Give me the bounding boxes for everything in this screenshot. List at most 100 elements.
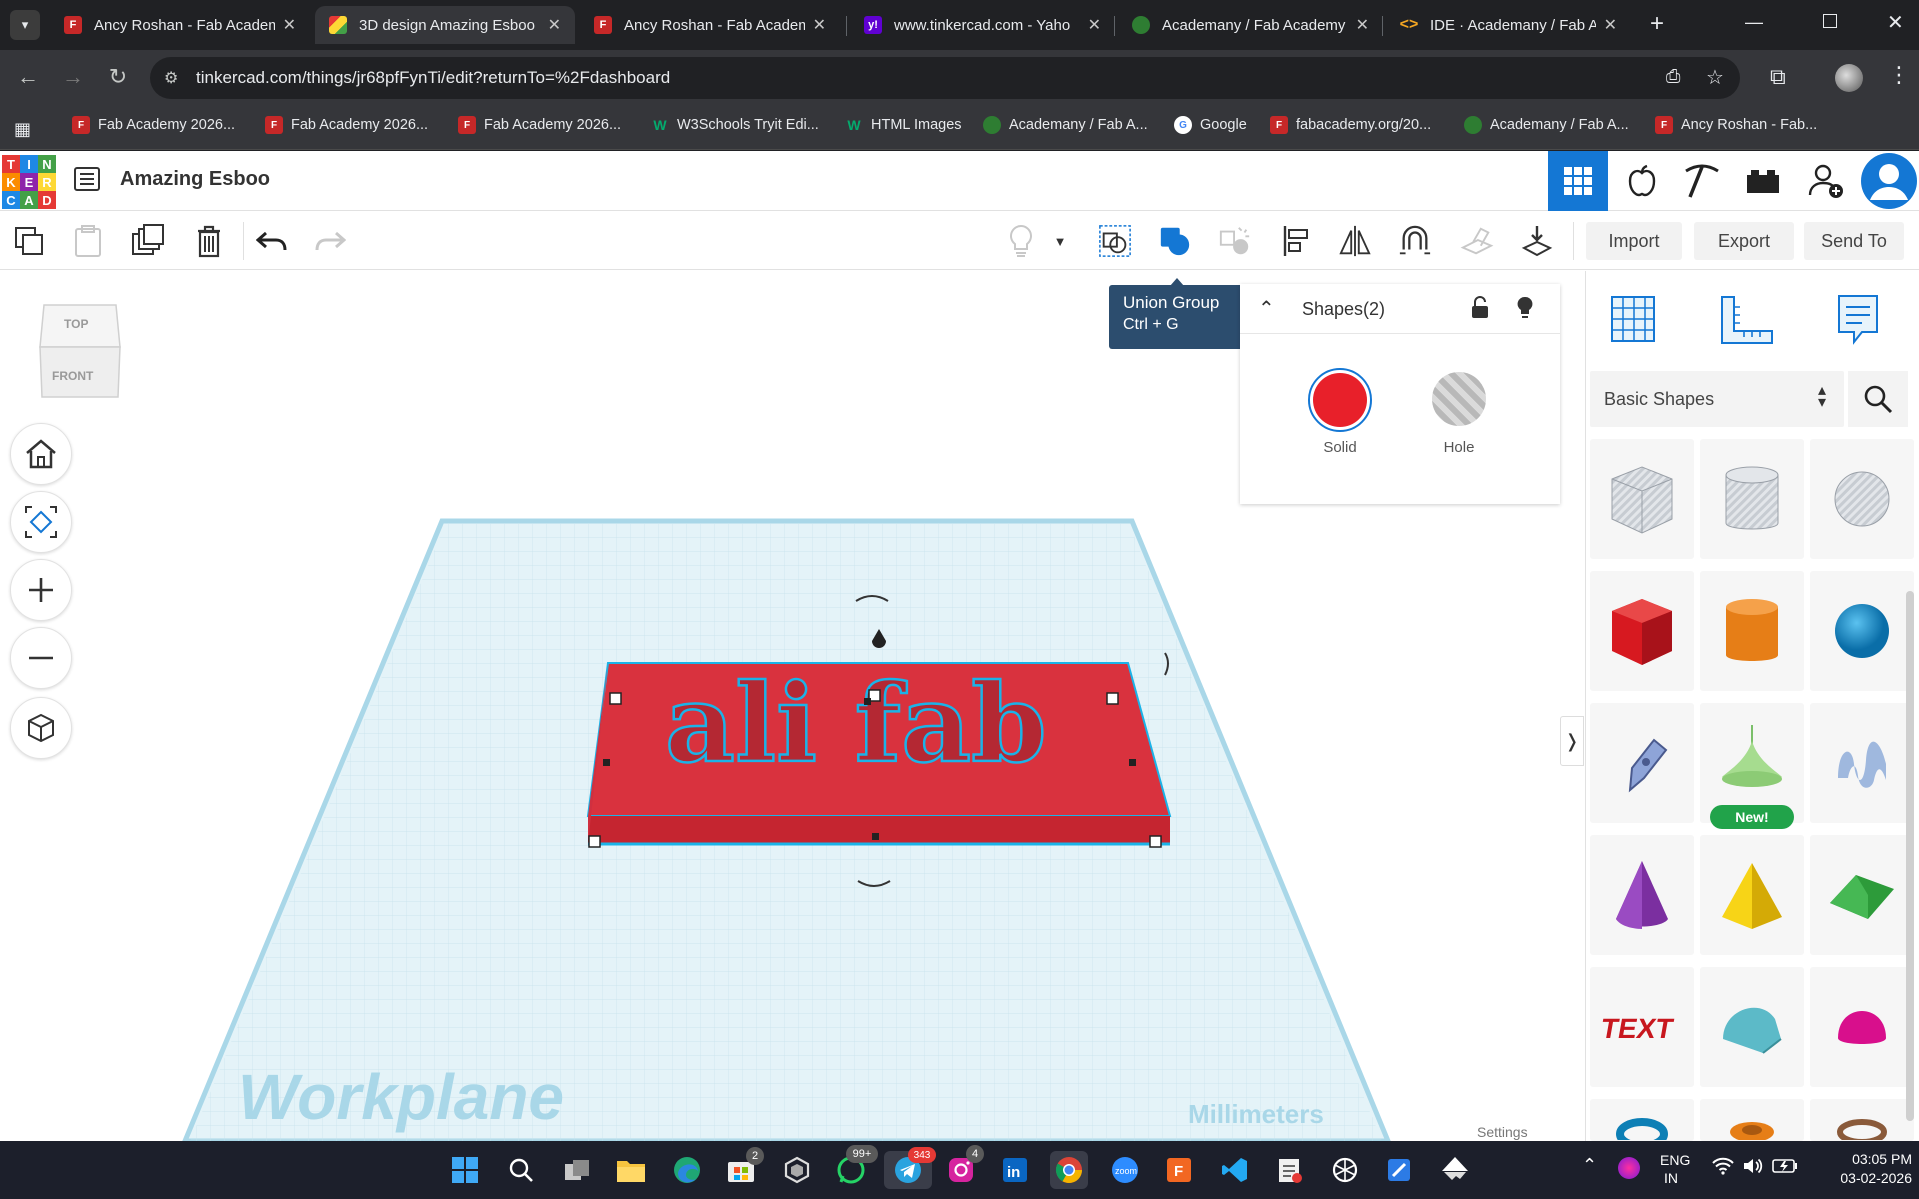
perspective-button[interactable] [10,697,72,759]
collapse-panel-button[interactable]: ❭ [1560,716,1584,766]
bookmark-item[interactable]: W HTML Images [845,116,961,134]
settings-link[interactable]: Settings [1477,1124,1528,1140]
fit-view-button[interactable] [10,491,72,553]
bookmark-item[interactable]: Academany / Fab A... [983,116,1148,134]
browser-tab[interactable]: F Ancy Roshan - Fab Academ ✕ [50,6,310,44]
paint-button[interactable] [1380,1151,1418,1189]
lock-icon[interactable] [1470,296,1490,325]
delete-button[interactable] [192,224,226,258]
duplicate-button[interactable] [131,224,165,258]
bookmark-item[interactable]: F Ancy Roshan - Fab... [1655,116,1817,134]
store-button[interactable]: 2 [722,1147,764,1189]
collapse-chevron-icon[interactable]: ⌃ [1258,296,1275,321]
restore-button[interactable] [1823,14,1837,28]
battery-icon[interactable] [1772,1158,1798,1177]
reload-button[interactable]: ↻ [103,64,133,90]
copy-button[interactable] [12,224,46,258]
notes-light-button[interactable] [1004,224,1038,258]
invite-user-button[interactable] [1797,151,1857,211]
shape-ring[interactable] [1810,1099,1914,1141]
home-view-button[interactable] [10,423,72,485]
zoom-button[interactable]: zoom [1106,1151,1144,1189]
shapes-scrollbar[interactable] [1906,591,1914,1121]
close-icon[interactable]: ✕ [1356,15,1369,35]
fusion-button[interactable]: F [1160,1151,1198,1189]
3d-design-view-button[interactable] [1548,151,1608,211]
shape-cone[interactable] [1590,835,1694,955]
union-group-button[interactable] [1158,224,1192,258]
notepad-button[interactable] [1270,1151,1308,1189]
bookmark-item[interactable]: G Google [1174,116,1247,134]
file-explorer-button[interactable] [612,1151,650,1189]
install-app-icon[interactable]: ⎙ [1666,66,1680,87]
workplane-grid-icon[interactable] [1606,291,1660,352]
send-to-button[interactable]: Send To [1804,222,1904,260]
tab-list-button[interactable]: ▾ [10,10,40,40]
import-button[interactable]: Import [1586,222,1682,260]
close-icon[interactable]: ✕ [813,15,826,35]
browser-menu-icon[interactable]: ⋮ [1888,62,1910,88]
project-title[interactable]: Amazing Esboo [120,168,270,191]
group-button[interactable] [1098,224,1132,258]
hole-swatch[interactable] [1432,372,1486,426]
browser-tab[interactable]: F Ancy Roshan - Fab Academ ✕ [580,6,840,44]
browser-tab[interactable]: Academany / Fab Academy ✕ [1118,6,1383,44]
extensions-icon[interactable]: ⧉ [1770,64,1786,90]
shape-search-button[interactable] [1848,371,1908,427]
sim-lab-button[interactable] [1612,151,1672,211]
align-button[interactable] [1280,224,1314,258]
app-button[interactable] [778,1151,816,1189]
whatsapp-button[interactable]: 99+ [832,1145,878,1189]
tray-app-icon[interactable] [1618,1157,1640,1179]
language-indicator[interactable]: ENG IN [1660,1152,1690,1186]
bookmark-item[interactable]: F Fab Academy 2026... [458,116,621,134]
workplane-tool-button[interactable] [1460,224,1494,258]
bookmark-item[interactable]: Ffabacademy.org/20... [1270,116,1431,134]
instagram-button[interactable]: 4 [942,1145,984,1189]
linkedin-button[interactable]: in [996,1151,1034,1189]
shape-roof[interactable] [1810,835,1914,955]
bookmark-star-icon[interactable]: ☆ [1706,65,1724,90]
profile-avatar[interactable] [1835,64,1863,92]
wifi-icon[interactable] [1712,1157,1734,1180]
blocks-button[interactable] [1672,151,1732,211]
redo-button[interactable] [313,224,347,258]
bookmark-item[interactable]: Academany / Fab A... [1464,116,1629,134]
inkscape-button[interactable] [1436,1151,1474,1189]
close-icon[interactable]: ✕ [283,15,296,35]
close-window-button[interactable]: ✕ [1887,10,1904,35]
mirror-button[interactable] [1338,224,1372,258]
shape-new-item[interactable]: New! [1700,703,1804,829]
zoom-in-button[interactable] [10,559,72,621]
design-list-icon[interactable] [74,167,100,191]
shape-box-hole[interactable] [1590,439,1694,559]
shape-pyramid[interactable] [1700,835,1804,955]
zoom-out-button[interactable] [10,627,72,689]
notes-dropdown[interactable]: ▼ [1050,224,1070,258]
edge-button[interactable] [668,1151,706,1189]
shape-scribble[interactable] [1590,703,1694,823]
address-bar[interactable]: ⚙ tinkercad.com/things/jr68pfFynTi/edit?… [150,57,1740,99]
shape-sphere-hole[interactable] [1810,439,1914,559]
chrome-button[interactable] [1050,1151,1088,1189]
search-taskbar-button[interactable] [502,1151,540,1189]
shape-paraboloid[interactable] [1810,967,1914,1087]
forward-button[interactable]: → [58,64,88,90]
shape-box[interactable] [1590,571,1694,691]
selected-object[interactable]: ali fab [586,660,1172,846]
vscode-button[interactable] [1216,1151,1254,1189]
shape-half-cylinder[interactable] [1700,967,1804,1087]
close-icon[interactable]: ✕ [1604,15,1617,35]
export-button[interactable]: Export [1694,222,1794,260]
browser-tab[interactable]: <> IDE · Academany / Fab Aca ✕ [1386,6,1631,44]
bookmark-item[interactable]: F Fab Academy 2026... [72,116,235,134]
back-button[interactable]: ← [13,64,43,90]
minimize-button[interactable]: — [1745,12,1763,33]
site-info-icon[interactable]: ⚙ [164,68,178,88]
view-cube[interactable]: TOP FRONT [38,301,122,401]
bookmark-item[interactable]: W W3Schools Tryit Edi... [651,116,818,134]
chatgpt-button[interactable] [1326,1151,1364,1189]
new-tab-button[interactable]: + [1650,10,1664,38]
hide-lightbulb-icon[interactable] [1516,295,1534,326]
bookmark-item[interactable]: F Fab Academy 2026... [265,116,428,134]
